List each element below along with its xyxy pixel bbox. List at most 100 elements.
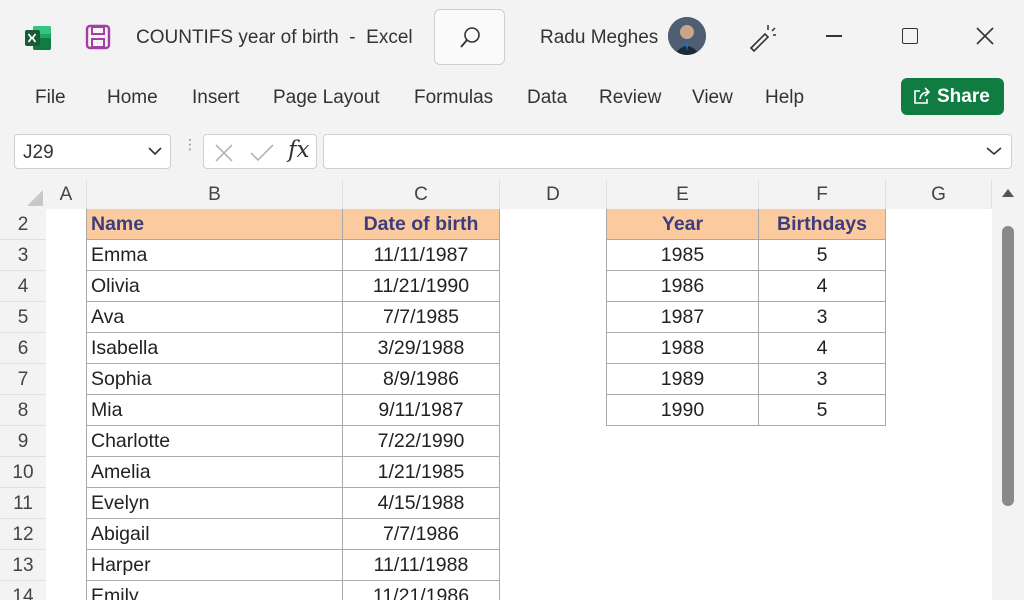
date-cell[interactable]: 11/11/1988 xyxy=(343,550,500,581)
column-header[interactable]: A xyxy=(46,180,87,209)
minimize-button[interactable] xyxy=(826,35,842,37)
worksheet-grid[interactable]: A B C D E F G 2 3 4 5 6 7 8 9 10 11 12 13 14 Name Dat… xyxy=(0,180,992,600)
row-header[interactable]: 9 xyxy=(0,426,46,457)
table-left-border xyxy=(606,209,607,426)
row-header[interactable]: 14 xyxy=(0,581,46,600)
tab-data[interactable]: Data xyxy=(527,87,567,109)
year-cell[interactable]: 1987 xyxy=(607,302,759,333)
year-cell[interactable]: 1990 xyxy=(607,395,759,426)
date-cell[interactable]: 11/21/1990 xyxy=(343,271,500,302)
scrollbar-thumb[interactable] xyxy=(1002,226,1014,506)
copilot-wand-icon[interactable] xyxy=(746,22,776,52)
name-cell[interactable]: Emma xyxy=(87,240,343,271)
birthday-count-cell[interactable]: 4 xyxy=(759,271,886,302)
row-header[interactable]: 6 xyxy=(0,333,46,364)
ribbon-tabs: File Home Insert Page Layout Formulas Da… xyxy=(0,76,1024,122)
name-cell[interactable]: Evelyn xyxy=(87,488,343,519)
tab-home[interactable]: Home xyxy=(107,87,158,109)
year-cell[interactable]: 1985 xyxy=(607,240,759,271)
avatar[interactable] xyxy=(668,17,706,55)
chevron-down-icon[interactable] xyxy=(148,146,162,156)
date-cell[interactable]: 4/15/1988 xyxy=(343,488,500,519)
birthday-count-cell[interactable]: 3 xyxy=(759,364,886,395)
name-cell[interactable]: Mia xyxy=(87,395,343,426)
document-title: COUNTIFS year of birth - Excel xyxy=(136,27,413,48)
tab-help[interactable]: Help xyxy=(765,87,804,109)
select-all-corner[interactable] xyxy=(0,180,46,209)
name-cell[interactable]: Harper xyxy=(87,550,343,581)
name-cell[interactable]: Isabella xyxy=(87,333,343,364)
year-cell[interactable]: 1989 xyxy=(607,364,759,395)
scroll-up-arrow-icon[interactable] xyxy=(1001,188,1015,198)
expand-formula-chevron-icon[interactable] xyxy=(986,146,1002,156)
row-header[interactable]: 10 xyxy=(0,457,46,488)
column-header[interactable]: D xyxy=(500,180,607,209)
table-header-cell[interactable]: Birthdays xyxy=(759,209,886,240)
user-photo-icon xyxy=(668,17,706,55)
birthday-count-cell[interactable]: 3 xyxy=(759,302,886,333)
name-cell[interactable]: Abigail xyxy=(87,519,343,550)
row-header[interactable]: 8 xyxy=(0,395,46,426)
birthday-count-cell[interactable]: 4 xyxy=(759,333,886,364)
date-cell[interactable]: 7/7/1986 xyxy=(343,519,500,550)
table-header-cell[interactable]: Name xyxy=(87,209,343,240)
tab-page-layout[interactable]: Page Layout xyxy=(273,87,380,109)
year-cell[interactable]: 1986 xyxy=(607,271,759,302)
table-header-cell[interactable]: Year xyxy=(607,209,759,240)
name-cell[interactable]: Sophia xyxy=(87,364,343,395)
share-button[interactable]: Share xyxy=(901,78,1004,115)
close-icon[interactable] xyxy=(975,26,995,46)
insert-function-icon[interactable]: fx xyxy=(288,137,309,163)
vertical-scrollbar[interactable] xyxy=(992,180,1024,600)
tab-insert[interactable]: Insert xyxy=(192,87,240,109)
date-cell[interactable]: 7/22/1990 xyxy=(343,426,500,457)
name-box[interactable]: J29 xyxy=(14,134,171,169)
enter-check-icon[interactable] xyxy=(250,144,274,162)
row-header[interactable]: 5 xyxy=(0,302,46,333)
row-header[interactable]: 12 xyxy=(0,519,46,550)
name-cell[interactable]: Charlotte xyxy=(87,426,343,457)
title-bar: COUNTIFS year of birth - Excel Radu Megh… xyxy=(0,0,1024,76)
date-cell[interactable]: 3/29/1988 xyxy=(343,333,500,364)
name-cell[interactable]: Ava xyxy=(87,302,343,333)
birthday-count-cell[interactable]: 5 xyxy=(759,395,886,426)
name-cell[interactable]: Emily xyxy=(87,581,343,600)
name-cell[interactable]: Amelia xyxy=(87,457,343,488)
date-cell[interactable]: 11/11/1987 xyxy=(343,240,500,271)
date-cell[interactable]: 1/21/1985 xyxy=(343,457,500,488)
tab-formulas[interactable]: Formulas xyxy=(414,87,493,109)
tab-file[interactable]: File xyxy=(35,87,66,109)
user-name[interactable]: Radu Meghes xyxy=(540,27,658,49)
column-header[interactable]: B xyxy=(87,180,343,209)
row-header[interactable]: 2 xyxy=(0,209,46,240)
date-cell[interactable]: 8/9/1986 xyxy=(343,364,500,395)
column-headers: A B C D E F G xyxy=(46,180,992,209)
date-cell[interactable]: 11/21/1986 xyxy=(343,581,500,600)
formula-input[interactable] xyxy=(323,134,1012,169)
name-cell[interactable]: Olivia xyxy=(87,271,343,302)
row-header[interactable]: 11 xyxy=(0,488,46,519)
year-cell[interactable]: 1988 xyxy=(607,333,759,364)
select-all-triangle-icon xyxy=(27,190,43,206)
save-icon[interactable] xyxy=(85,24,111,50)
date-cell[interactable]: 9/11/1987 xyxy=(343,395,500,426)
date-cell[interactable]: 7/7/1985 xyxy=(343,302,500,333)
cancel-icon[interactable] xyxy=(214,143,234,163)
maximize-button[interactable] xyxy=(902,28,918,44)
column-header[interactable]: E xyxy=(607,180,759,209)
tab-view[interactable]: View xyxy=(692,87,733,109)
search-button[interactable] xyxy=(434,9,505,65)
birthday-count-cell[interactable]: 5 xyxy=(759,240,886,271)
share-label: Share xyxy=(937,86,990,107)
row-header[interactable]: 4 xyxy=(0,271,46,302)
column-header[interactable]: G xyxy=(886,180,992,209)
table-header-cell[interactable]: Date of birth xyxy=(343,209,500,240)
row-header[interactable]: 13 xyxy=(0,550,46,581)
column-header[interactable]: F xyxy=(759,180,886,209)
tab-review[interactable]: Review xyxy=(599,87,661,109)
formula-bar-grip[interactable]: ⋮ xyxy=(183,137,197,151)
column-header[interactable]: C xyxy=(343,180,500,209)
row-header[interactable]: 3 xyxy=(0,240,46,271)
row-header[interactable]: 7 xyxy=(0,364,46,395)
name-box-value: J29 xyxy=(23,142,54,163)
